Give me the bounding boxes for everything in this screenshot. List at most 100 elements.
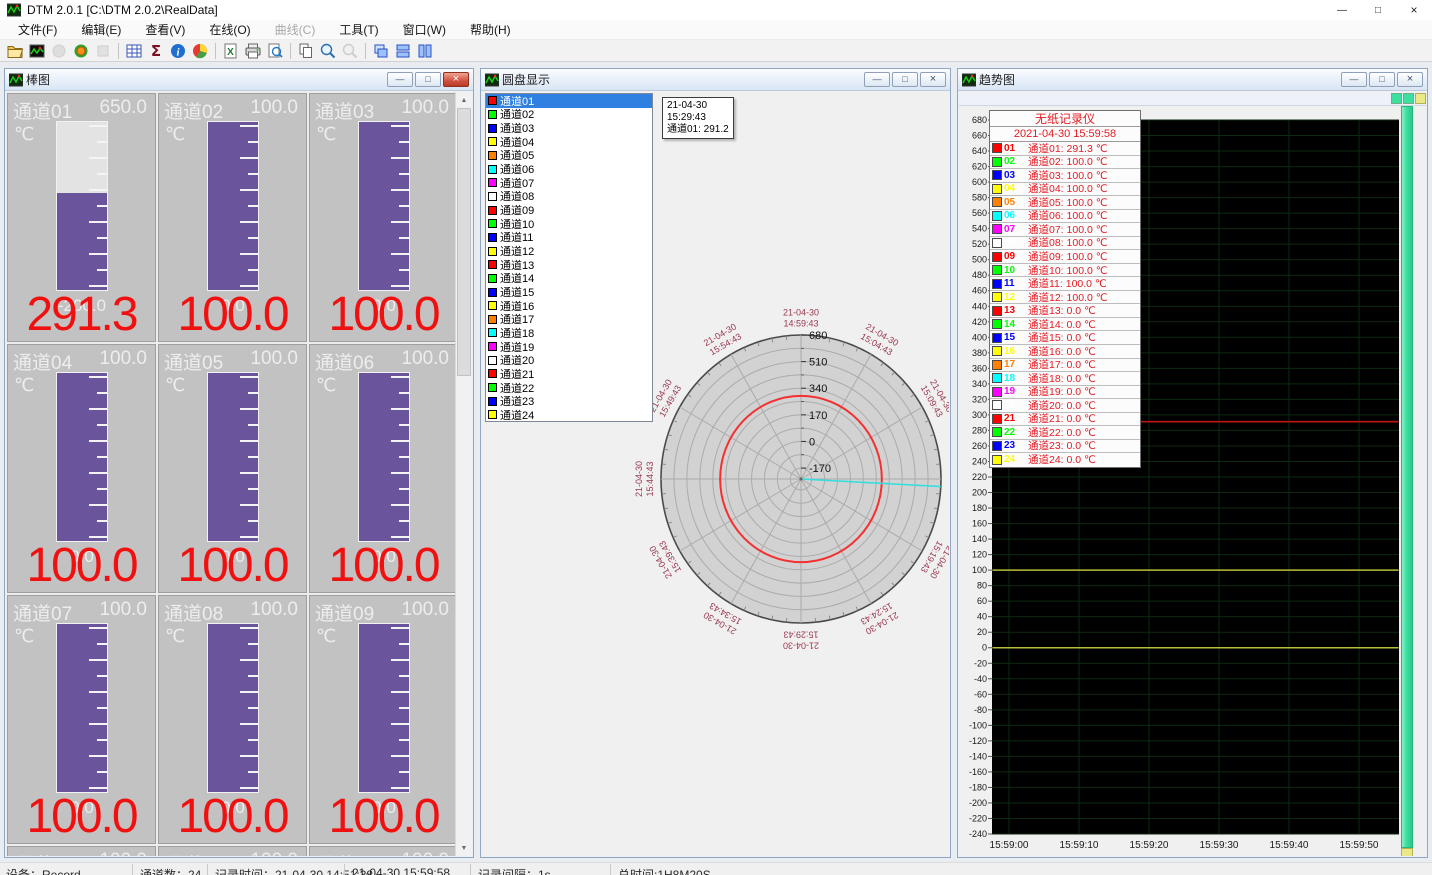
menu-item-edit[interactable]: 编辑(E) xyxy=(69,18,133,41)
statusbar-segment-3: 21-04-30 15:59:58 xyxy=(352,866,450,875)
legend-row-通道06: 06通道06: 100.0 ℃ xyxy=(990,210,1140,224)
svg-text:-220: -220 xyxy=(969,813,987,823)
export-excel-icon[interactable]: X xyxy=(220,41,242,61)
legend-row-通道01: 01通道01: 291.3 ℃ xyxy=(990,142,1140,156)
trend-window-maximize-button[interactable]: □ xyxy=(1369,72,1395,87)
trend-scroll-corner-button[interactable] xyxy=(1401,848,1413,856)
gauge-tick xyxy=(248,173,258,175)
bar-window-minimize-button[interactable]: — xyxy=(387,72,413,87)
gauge-unit: ℃ xyxy=(14,626,34,647)
gauge-channel-name: 通道11 xyxy=(164,850,222,856)
gauge-reading: 100.0 xyxy=(310,793,457,841)
svg-text:260: 260 xyxy=(972,441,987,451)
bar-window-titlebar[interactable]: 棒图 — □ × xyxy=(5,69,473,91)
menu-item-help[interactable]: 帮助(H) xyxy=(458,18,523,41)
pie-chart-icon[interactable] xyxy=(189,41,211,61)
gauge-tick xyxy=(240,659,258,661)
channel-color-swatch xyxy=(488,383,497,392)
gauge-cell-通道09: 通道09100.0℃0.0100.0 xyxy=(309,595,458,844)
maximize-button[interactable]: □ xyxy=(1360,0,1396,20)
scroll-down-icon[interactable]: ▼ xyxy=(456,840,472,856)
menu-item-window[interactable]: 窗口(W) xyxy=(391,18,458,41)
bar-window-scrollbar[interactable]: ▲ ▼ xyxy=(455,92,472,856)
disc-window-close-button[interactable]: × xyxy=(920,72,946,87)
gauge-tick xyxy=(248,771,258,773)
trend-legend: 无纸记录仪 2021-04-30 15:59:58 01通道01: 291.3 … xyxy=(989,110,1141,468)
print-preview-icon[interactable] xyxy=(264,41,286,61)
gauge-tick xyxy=(89,157,107,159)
realtime-curve-icon[interactable] xyxy=(26,41,48,61)
gauge-reading: 100.0 xyxy=(8,542,155,590)
legend-channel-number: 24 xyxy=(1004,454,1028,465)
legend-row-通道17: 17通道17: 0.0 ℃ xyxy=(990,359,1140,373)
statistics-icon[interactable]: Σ xyxy=(145,41,167,61)
channel-color-swatch xyxy=(488,369,497,378)
legend-channel-reading: 通道19: 0.0 ℃ xyxy=(1028,386,1096,400)
bar-window-close-button[interactable]: × xyxy=(443,72,469,87)
disc-window-titlebar[interactable]: 圆盘显示 — □ × xyxy=(481,69,950,91)
disc-window-maximize-button[interactable]: □ xyxy=(892,72,918,87)
toolbar: Σi X xyxy=(0,40,1432,62)
scroll-button-green-2[interactable] xyxy=(1403,93,1414,104)
tile-horizontal-icon[interactable] xyxy=(392,41,414,61)
legend-channel-reading: 通道03: 100.0 ℃ xyxy=(1028,169,1108,183)
gauge-tick xyxy=(399,456,409,458)
disc-window-minimize-button[interactable]: — xyxy=(864,72,890,87)
main-titlebar[interactable]: DTM 2.0.1 [C:\DTM 2.0.2\RealData] — □ × xyxy=(0,0,1432,20)
trend-horizontal-scrollbar[interactable] xyxy=(959,92,1426,106)
scrollbar-thumb[interactable] xyxy=(457,108,471,376)
menu-item-view[interactable]: 查看(V) xyxy=(133,18,197,41)
gauge-tick xyxy=(89,408,107,410)
svg-text:21-04-3015:44:43: 21-04-3015:44:43 xyxy=(634,461,655,497)
legend-channel-number: 03 xyxy=(1004,170,1028,181)
copy-icon[interactable] xyxy=(295,41,317,61)
trend-vertical-scrollbar[interactable] xyxy=(1401,106,1413,848)
menu-item-curve[interactable]: 曲线(C) xyxy=(263,18,328,41)
gauge-bar-track xyxy=(358,121,410,291)
bar-window-maximize-button[interactable]: □ xyxy=(415,72,441,87)
channel-color-swatch xyxy=(488,260,497,269)
svg-text:400: 400 xyxy=(972,332,987,342)
tile-vertical-icon[interactable] xyxy=(414,41,436,61)
gauge-channel-name: 通道03 xyxy=(315,97,374,124)
svg-text:80: 80 xyxy=(977,581,987,591)
legend-channel-number: 20 xyxy=(1004,400,1028,411)
zoom-in-icon[interactable] xyxy=(317,41,339,61)
gauge-tick xyxy=(240,285,258,287)
tooltip-date: 21-04-30 xyxy=(667,100,729,112)
channel-list-item-通道24[interactable]: 通道24 xyxy=(486,408,652,422)
trend-window-titlebar[interactable]: 趋势图 — □ × xyxy=(958,69,1427,91)
legend-channel-number: 16 xyxy=(1004,346,1028,357)
gauge-cell-通道05: 通道05100.0℃0.0100.0 xyxy=(158,344,307,593)
legend-row-通道11: 11通道11: 100.0 ℃ xyxy=(990,277,1140,291)
channel-list[interactable]: 通道01通道02通道03通道04通道05通道06通道07通道08通道09通道10… xyxy=(485,93,653,422)
open-file-icon[interactable] xyxy=(4,41,26,61)
menu-item-file[interactable]: 文件(F) xyxy=(6,18,69,41)
scroll-up-icon[interactable]: ▲ xyxy=(456,92,472,108)
menu-item-tools[interactable]: 工具(T) xyxy=(327,18,390,41)
cascade-windows-icon[interactable] xyxy=(370,41,392,61)
scroll-button-yellow[interactable] xyxy=(1415,93,1426,104)
gauge-tick xyxy=(89,285,107,287)
channel-color-swatch xyxy=(488,151,497,160)
svg-text:440: 440 xyxy=(972,301,987,311)
gauge-cell-通道08: 通道08100.0℃0.0100.0 xyxy=(158,595,307,844)
legend-channel-number: 01 xyxy=(1004,143,1028,154)
gauge-tick xyxy=(399,424,409,426)
minimize-button[interactable]: — xyxy=(1324,0,1360,20)
info-icon[interactable]: i xyxy=(167,41,189,61)
trend-window-minimize-button[interactable]: — xyxy=(1341,72,1367,87)
svg-text:Σ: Σ xyxy=(151,42,161,60)
close-button[interactable]: × xyxy=(1396,0,1432,20)
menu-item-online[interactable]: 在线(O) xyxy=(197,18,262,41)
print-icon[interactable] xyxy=(242,41,264,61)
record-start-icon[interactable] xyxy=(70,41,92,61)
gauge-tick xyxy=(391,536,409,538)
scroll-button-green-1[interactable] xyxy=(1391,93,1402,104)
legend-color-swatch xyxy=(992,157,1002,167)
trend-window-close-button[interactable]: × xyxy=(1397,72,1423,87)
legend-channel-reading: 通道06: 100.0 ℃ xyxy=(1028,210,1108,224)
legend-color-swatch xyxy=(992,197,1002,207)
legend-color-swatch xyxy=(992,333,1002,343)
data-table-icon[interactable] xyxy=(123,41,145,61)
